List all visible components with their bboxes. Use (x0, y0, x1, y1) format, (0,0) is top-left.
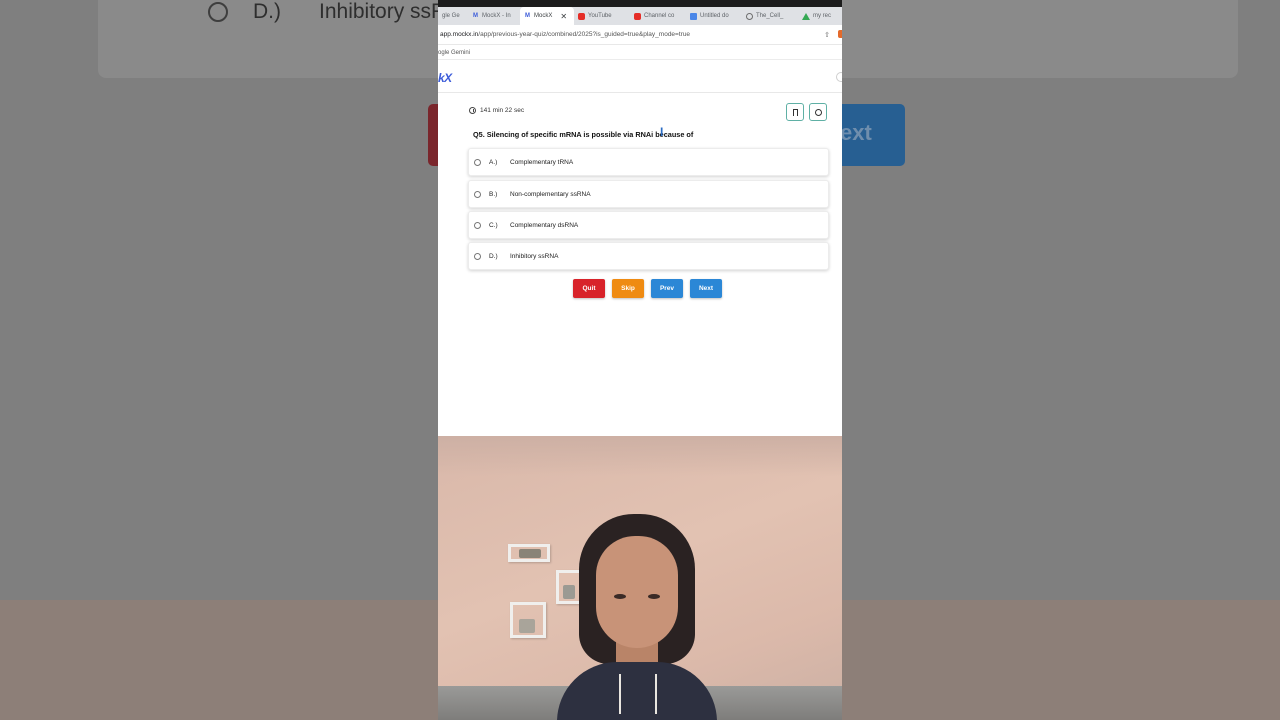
shelf-decor (519, 549, 541, 558)
tab-label: Channel co (644, 13, 675, 19)
close-icon[interactable]: ✕ (560, 12, 567, 21)
presenter-hoodie (557, 662, 717, 720)
presenter-face (596, 536, 678, 648)
hoodie-string (655, 674, 657, 714)
url-text[interactable]: app.mockx.in/app/previous-year-quiz/comb… (440, 31, 690, 38)
background-next-label: ext (840, 120, 872, 145)
presenter (557, 514, 717, 720)
radio-icon[interactable] (474, 221, 481, 229)
option-c[interactable]: C.) Complementary dsRNA (468, 211, 829, 239)
text-cursor-icon: I (660, 125, 664, 139)
prev-button[interactable]: Prev (651, 279, 683, 298)
option-b[interactable]: B.) Non-complementary ssRNA (468, 180, 829, 208)
bookmark-icon (792, 108, 798, 116)
option-text: Non-complementary ssRNA (510, 190, 591, 198)
tab-untitled-doc[interactable]: Untitled do (686, 7, 742, 25)
bookmark-question-button[interactable] (786, 103, 804, 121)
mockx-icon: M (525, 12, 530, 19)
tab-gemini[interactable]: gle Ge (438, 7, 468, 25)
presenter-eye (614, 594, 626, 599)
mockx-logo[interactable]: kX (438, 71, 452, 85)
address-bar[interactable]: app.mockx.in/app/previous-year-quiz/comb… (438, 25, 842, 45)
tab-mockx-1[interactable]: M MockX - In (468, 7, 520, 25)
radio-icon[interactable] (474, 190, 481, 198)
timer-text: 141 min 22 sec (480, 107, 525, 114)
url-path: /app/previous-year-quiz/combined/2025?is… (478, 31, 691, 38)
radio-icon[interactable] (474, 252, 481, 260)
option-letter: A.) (489, 158, 498, 166)
tab-drive[interactable]: my rec (798, 7, 842, 25)
tab-mockx-active[interactable]: M MockX ✕ (520, 7, 574, 25)
option-text: Inhibitory ssRNA (510, 252, 559, 260)
shelf-decor (519, 619, 535, 633)
bookmarks-bar: ogle Gemini (438, 46, 842, 60)
share-icon[interactable]: ⇧ (824, 31, 830, 39)
option-letter: D.) (489, 252, 498, 260)
tab-label: gle Ge (442, 13, 460, 19)
tab-label: MockX - In (482, 13, 511, 19)
option-text: Complementary tRNA (510, 158, 574, 166)
background-option-letter: D.) (253, 0, 281, 23)
app-header: kX (438, 63, 842, 93)
tab-label: YouTube (588, 13, 612, 19)
comment-button[interactable] (809, 103, 827, 121)
docs-icon (690, 12, 697, 20)
url-host: app.mockx.in (440, 31, 479, 38)
radio-icon[interactable] (474, 158, 481, 166)
background-radio-icon (208, 2, 228, 22)
hoodie-string (619, 674, 621, 714)
webcam-feed (438, 436, 842, 720)
clock-icon (469, 107, 476, 114)
tab-youtube[interactable]: YouTube (574, 7, 630, 25)
skip-button[interactable]: Skip (612, 279, 644, 298)
tab-label: my rec (813, 13, 831, 19)
tab-label: Untitled do (700, 13, 729, 19)
tab-the-cell[interactable]: The_Cell_ (742, 7, 798, 25)
chat-icon (814, 108, 822, 116)
browser-window: gle Ge M MockX - In M MockX ✕ YouTube Ch… (438, 0, 842, 436)
mockx-icon: M (473, 12, 478, 19)
window-frame (438, 0, 842, 7)
tab-label: The_Cell_ (756, 13, 784, 19)
quiz-timer: 141 min 22 sec (469, 107, 524, 114)
webcam-wall-shade (438, 436, 842, 476)
option-letter: C.) (489, 221, 498, 229)
tab-label: MockX (534, 13, 553, 19)
youtube-icon (634, 12, 641, 20)
wall-shelf (508, 544, 550, 562)
wall-shelf (510, 602, 546, 638)
quit-button[interactable]: Quit (573, 279, 605, 298)
drive-icon (802, 12, 810, 20)
option-letter: B.) (489, 190, 498, 198)
bookmark-gemini[interactable]: ogle Gemini (438, 50, 470, 56)
presenter-eye (648, 594, 660, 599)
option-text: Complementary dsRNA (510, 221, 579, 229)
quiz-actions: Quit Skip Prev Next (573, 279, 722, 298)
globe-icon (746, 12, 753, 20)
profile-icon[interactable] (836, 72, 842, 82)
tab-bar: gle Ge M MockX - In M MockX ✕ YouTube Ch… (438, 7, 842, 25)
brave-shield-icon[interactable] (838, 30, 842, 38)
next-button[interactable]: Next (690, 279, 722, 298)
tab-channel[interactable]: Channel co (630, 7, 686, 25)
option-d[interactable]: D.) Inhibitory ssRNA (468, 242, 829, 270)
youtube-icon (578, 12, 585, 20)
option-a[interactable]: A.) Complementary tRNA (468, 148, 829, 176)
